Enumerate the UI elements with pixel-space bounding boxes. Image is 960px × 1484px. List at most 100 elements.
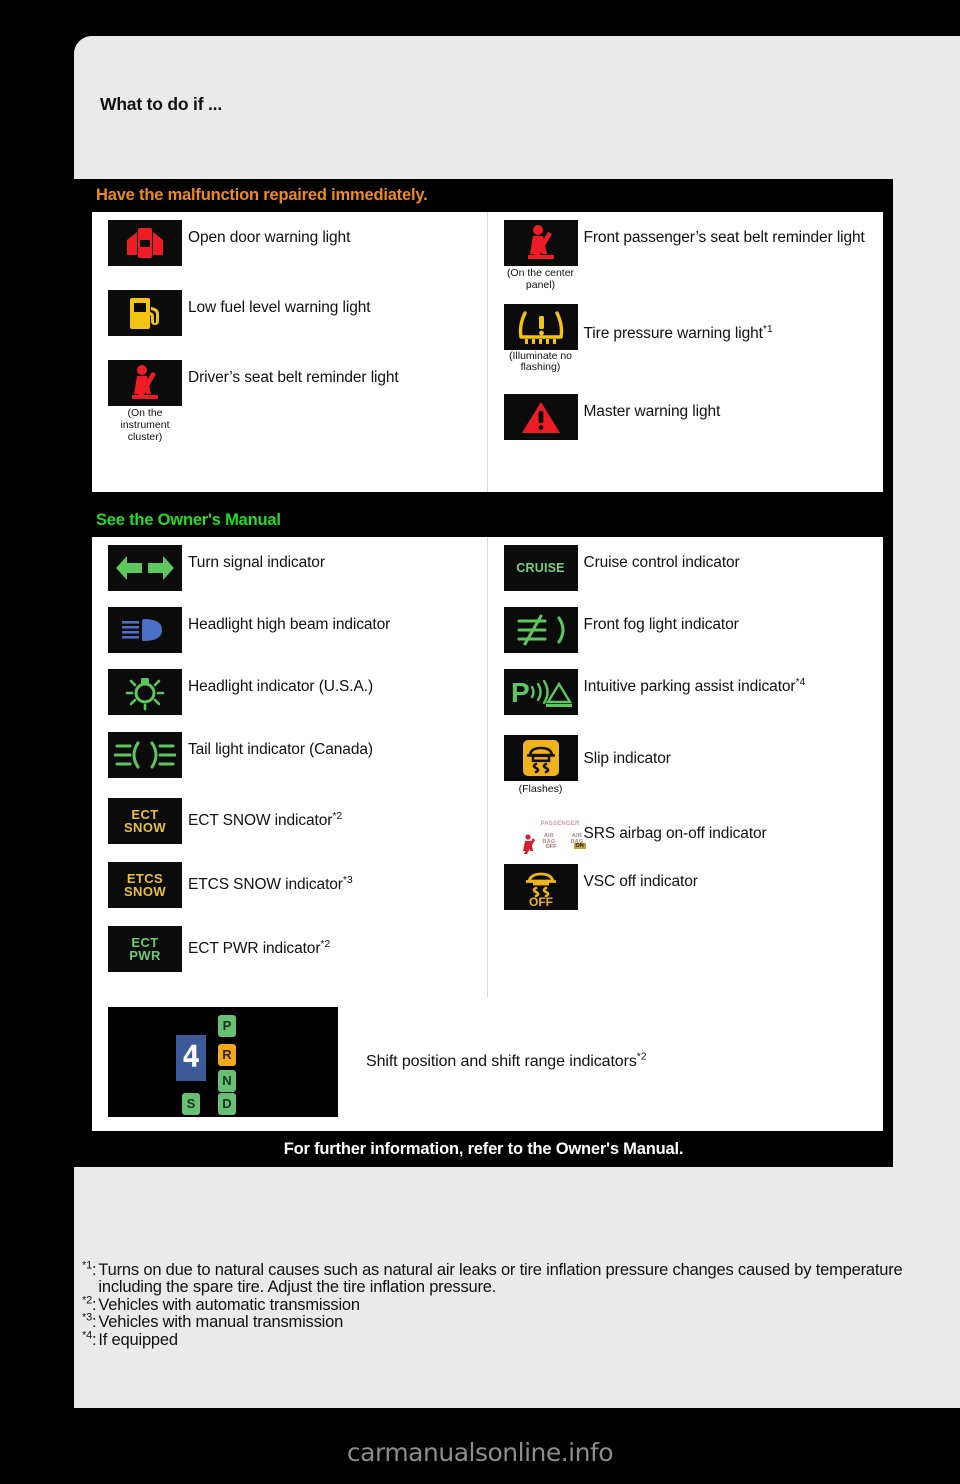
footnotes: *1: Turns on due to natural causes such … [82,1259,912,1349]
tile-line-1: ECT [131,934,159,950]
shift-position-indicator-icon: 4 P R N D S [108,1006,338,1117]
driver-seat-belt-reminder-icon [108,360,182,406]
shift-range-number: 4 [176,1034,206,1081]
list-item-note: (On the instrument cluster) [120,407,170,443]
footnote-1-text: Turns on due to natural causes such as n… [98,1261,903,1297]
gear-s: S [182,1092,200,1115]
list-item-label: Headlight indicator (U.S.A.) [188,678,374,695]
list-item: Open door warning light [92,212,487,274]
page-title: What to do if ... [100,94,222,114]
list-item-label: ETCS SNOW indicator*3 [188,862,353,895]
list-item: PASSENGER AIR BAG AIR BAG OFF ON SRS air… [488,804,884,854]
icon-cell: (On the center panel) [498,220,584,292]
low-fuel-warning-icon [108,290,182,336]
list-item-note: (Illuminate no flashing) [508,349,573,374]
icon-cell: (Illuminate no flashing) [498,303,584,375]
footnote-2: *2: Vehicles with automatic transmission [82,1295,912,1314]
headlight-indicator-icon [108,669,182,715]
icon-cell [102,669,188,716]
turn-signal-indicator-icon [108,545,182,591]
list-item-label: Headlight high beam indicator [188,616,391,633]
gear-d: D [218,1092,236,1115]
list-item-note: (On the center panel) [506,267,575,291]
list-item-label: VSC off indicator [583,872,698,890]
list-item: (Illuminate no flashing) Tire pressure w… [488,300,884,383]
open-door-warning-icon [108,220,182,266]
master-warning-icon [503,394,578,440]
warning-right-column: (On the center panel) Front passenger’s … [488,212,884,492]
list-item-label: Tire pressure warning light*1 [584,304,773,344]
footnote-ref: *4 [795,675,806,688]
site-watermark: carmanualsonline.info [346,1438,614,1467]
icon-cell [102,220,188,266]
list-item-label: Driver’s seat belt reminder light [188,369,399,386]
ect-pwr-indicator-icon: ECT PWR [108,926,182,972]
icon-cell: ECT PWR [102,926,188,972]
icon-cell [498,394,584,440]
list-item: Tail light indicator (Canada) [92,724,487,786]
shift-label-text: Shift position and shift range indicator… [366,1052,637,1070]
list-item-label: Intuitive parking assist indicator*4 [584,669,806,697]
list-item-label-text: Intuitive parking assist indicator [583,678,796,695]
list-item-label: Open door warning light [188,229,351,246]
list-item-label-text: ETCS SNOW indicator [188,876,343,893]
list-item-label: Master warning light [583,403,721,420]
footnote-ref: *3 [342,873,353,886]
icon-cell [498,607,584,653]
footnote-4-mark: *4: [82,1329,97,1349]
list-item: ECT PWR ECT PWR indicator*2 [92,916,487,986]
cruise-control-indicator-icon: CRUISE [503,545,578,591]
gear-r: R [218,1043,236,1066]
svg-text:P: P [511,677,530,708]
manual-right-column: CRUISE Cruise control indicator Front fo… [488,537,884,997]
footnote-3: *3: Vehicles with manual transmission [82,1312,912,1331]
footnote-1: *1: Turns on due to natural causes such … [82,1259,912,1297]
airbag-off-label: OFF [545,843,557,850]
list-item: CRUISE Cruise control indicator [488,537,884,599]
footnote-2-text: Vehicles with automatic transmission [98,1295,360,1314]
page-header-band: What to do if ... [74,36,640,114]
tile-line-1: CRUISE [516,560,565,575]
vsc-off-indicator-icon: OFF [503,863,578,910]
list-item-label: Tail light indicator (Canada) [188,741,373,758]
icon-cell: (Flashes) [498,735,584,796]
icon-cell [102,290,188,336]
list-item: Front fog light indicator [488,599,884,661]
slip-indicator-icon [503,735,578,781]
list-item-label: Low fuel level warning light [188,299,371,316]
list-item: Headlight high beam indicator [92,599,487,661]
shift-indicator-row: 4 P R N D S Shift position and shift ran… [92,996,883,1131]
footnote-1-mark: *1: [82,1259,97,1279]
manual-left-column: Turn signal indicator Headlight high bea… [92,537,488,997]
section-heading-manual: See the Owner's Manual [96,511,281,529]
icon-cell: P [498,669,584,715]
list-item: P Intuitive parking assist indicator*4 [488,661,884,723]
section-heading-warning: Have the malfunction repaired immediatel… [96,186,428,204]
page-root: What to do if ... Have the malfunction r… [0,0,960,1484]
indicator-block: Have the malfunction repaired immediatel… [74,179,893,1167]
gear-p: P [218,1014,236,1037]
section-body-manual: Turn signal indicator Headlight high bea… [92,537,883,997]
list-item: ETCS SNOW ETCS SNOW indicator*3 [92,852,487,916]
vsc-off-text: OFF [529,895,553,908]
front-fog-light-indicator-icon [503,607,578,653]
footnote-ref: *2 [332,809,343,822]
list-item-label: Turn signal indicator [188,554,325,571]
intuitive-parking-assist-indicator-icon: P [503,669,578,715]
tile-line-1: ECT [131,806,159,822]
icon-cell: ECT SNOW [102,798,188,844]
footnote-4-text: If equipped [98,1330,178,1349]
footnote-ref: *2 [636,1050,647,1063]
high-beam-indicator-icon [108,607,182,653]
manual-page-sheet: What to do if ... Have the malfunction r… [74,36,960,1408]
ect-snow-indicator-icon: ECT SNOW [108,798,182,844]
list-item-label: Cruise control indicator [583,554,740,571]
list-item: (On the center panel) Front passenger’s … [488,212,884,300]
list-item: Turn signal indicator [92,537,487,599]
list-item-note: (Flashes) [518,783,563,795]
icon-cell: ETCS SNOW [102,862,188,908]
icon-cell [102,545,188,591]
airbag-on-label: ON [573,842,586,849]
